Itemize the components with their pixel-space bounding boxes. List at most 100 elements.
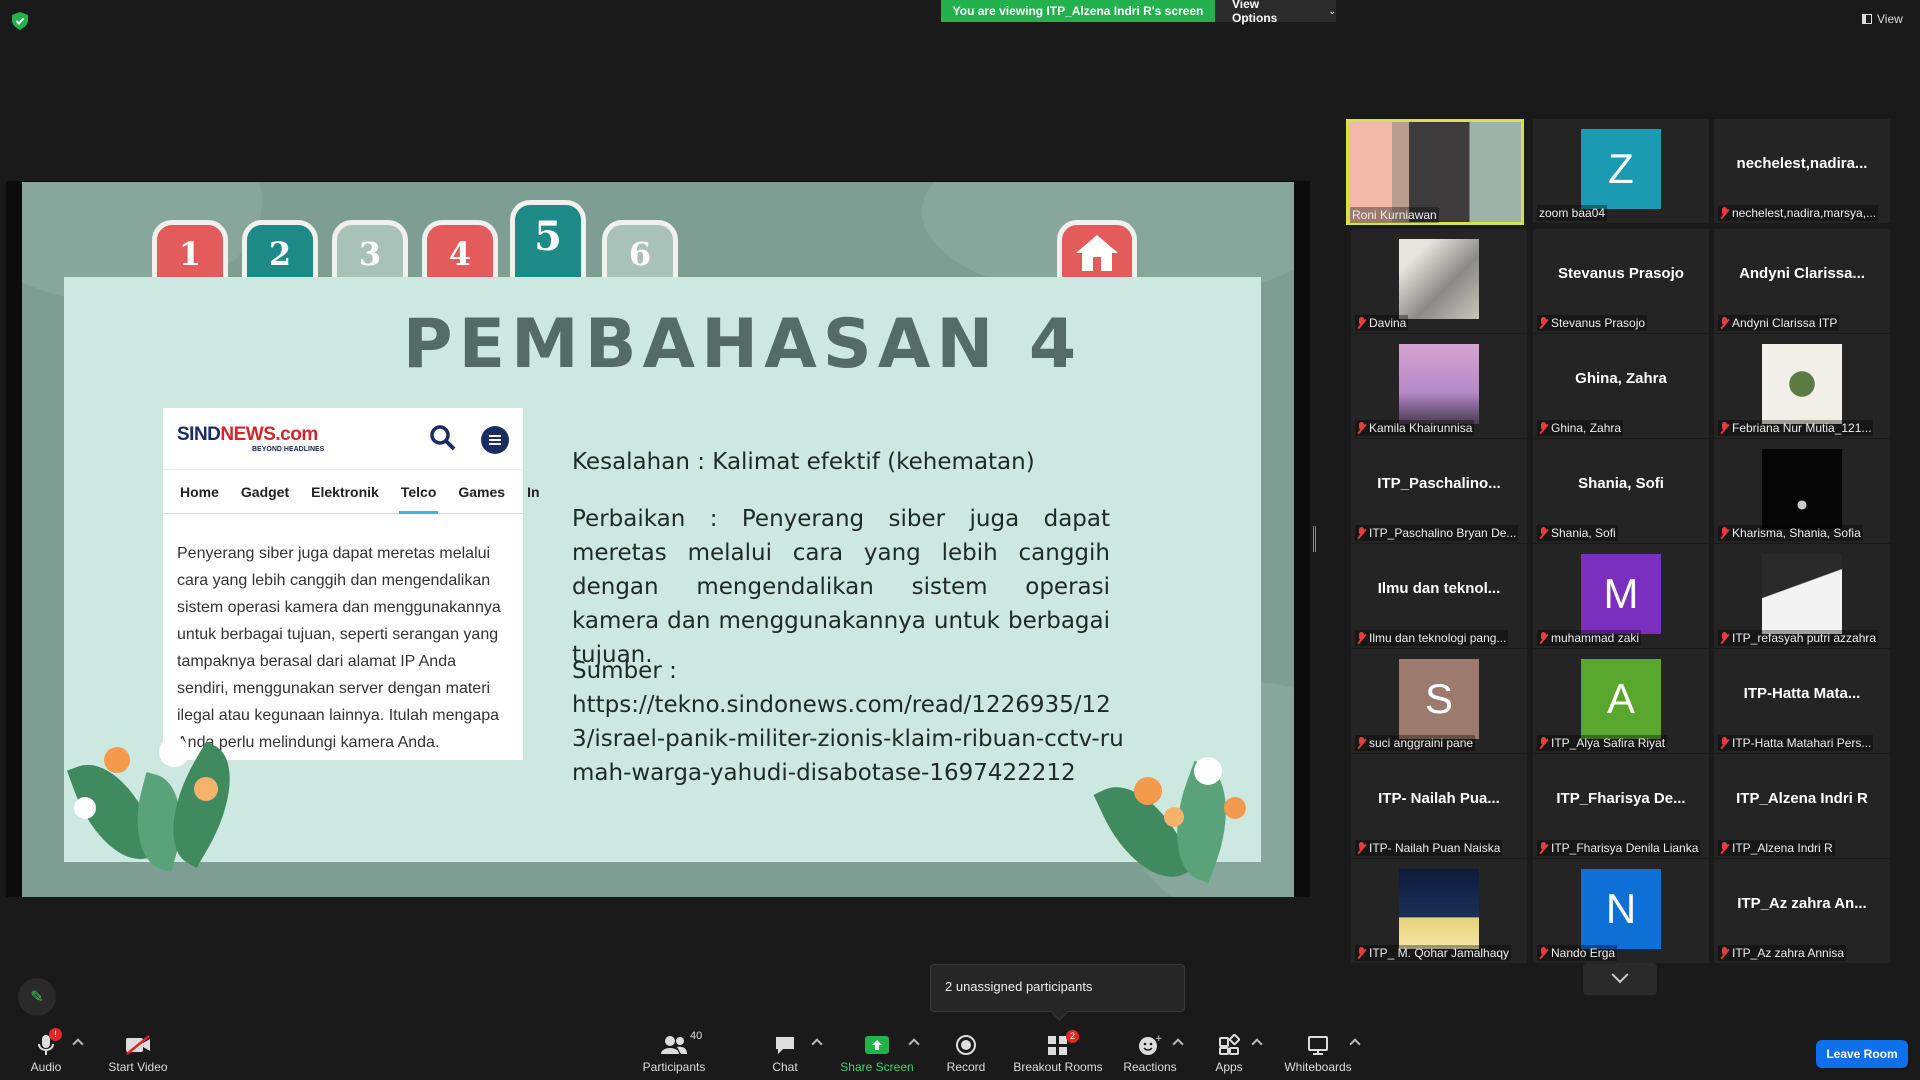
- participant-name: ITP_refasyah putri azzahra: [1732, 631, 1877, 645]
- slide-title: PEMBAHASAN 4: [402, 305, 1083, 384]
- muted-mic-icon: [1539, 527, 1548, 539]
- meeting-toolbar: ! Audio Start Video 40 Participants Chat…: [0, 1020, 1920, 1080]
- participant-name-display: ITP_Alzena Indri R: [1736, 790, 1868, 807]
- participant-tile[interactable]: ITP_Fharisya De... ITP_Fharisya Denila Li…: [1533, 754, 1709, 858]
- participant-avatar-letter: N: [1605, 885, 1637, 932]
- audio-button[interactable]: ! Audio: [25, 1028, 67, 1074]
- participant-tile[interactable]: ITP- Nailah Pua... ITP- Nailah Puan Naisk…: [1351, 754, 1527, 858]
- participant-tile[interactable]: Ilmu dan teknol... Ilmu dan teknologi pan…: [1351, 544, 1527, 648]
- participant-label: nechelest,nadira,marsya,...: [1718, 205, 1879, 221]
- participant-name-display: Ilmu dan teknol...: [1377, 580, 1501, 597]
- participant-tile[interactable]: ITP_ M. Qohar Jamalhaqy: [1351, 859, 1527, 963]
- reactions-smiley-icon: +: [1139, 1034, 1162, 1055]
- participant-tile[interactable]: ITP-Hatta Mata... ITP-Hatta Matahari Pers…: [1714, 649, 1890, 753]
- security-shield-icon[interactable]: [12, 12, 28, 30]
- participant-photo: [1762, 344, 1842, 424]
- chat-button[interactable]: Chat: [765, 1032, 805, 1074]
- apps-icon: [1219, 1034, 1240, 1055]
- reactions-button[interactable]: + Reactions: [1122, 1032, 1178, 1074]
- muted-mic-icon: [1720, 207, 1729, 219]
- participant-tile[interactable]: N Nando Erga: [1533, 859, 1709, 963]
- start-video-button[interactable]: Start Video: [102, 1032, 174, 1074]
- news-nav-telco: Telco: [398, 483, 438, 514]
- participant-tile[interactable]: Mmuhammad zaki: [1533, 544, 1709, 648]
- participant-tile[interactable]: Andyni Clarissa... Andyni Clarissa ITP: [1714, 229, 1890, 333]
- participants-icon: [661, 1036, 687, 1054]
- apps-button[interactable]: Apps: [1212, 1032, 1246, 1074]
- participant-label: ITP_Alya Safira Riyat: [1537, 735, 1668, 751]
- annotate-pen-icon[interactable]: ✎: [18, 978, 56, 1016]
- muted-mic-icon: [1357, 317, 1366, 329]
- participant-tile[interactable]: Kamila Khairunnisa: [1351, 334, 1527, 438]
- participant-tile[interactable]: Febriana Nur Mutia_121...: [1714, 334, 1890, 438]
- start-video-label: Start Video: [108, 1060, 168, 1074]
- share-screen-label: Share Screen: [840, 1060, 914, 1074]
- participant-tile[interactable]: ITP_Az zahra An... ITP_Az zahra Annisa: [1714, 859, 1890, 963]
- participant-tile[interactable]: Ghina, Zahra Ghina, Zahra: [1533, 334, 1709, 438]
- view-button[interactable]: View: [1862, 12, 1903, 26]
- participant-name: nechelest,nadira,marsya,...: [1732, 206, 1877, 220]
- muted-mic-icon: [1539, 947, 1548, 959]
- participant-name-display: Shania, Sofi: [1578, 475, 1664, 492]
- whiteboards-button[interactable]: Whiteboards: [1282, 1032, 1354, 1074]
- participant-tile[interactable]: Stevanus Prasojo Stevanus Prasojo: [1533, 229, 1709, 333]
- reactions-label: Reactions: [1123, 1060, 1177, 1074]
- participant-avatar: N: [1581, 869, 1661, 949]
- participant-label: ITP_ M. Qohar Jamalhaqy: [1355, 945, 1512, 961]
- participant-avatar: A: [1581, 659, 1661, 739]
- participant-tile[interactable]: Zzoom baa04: [1533, 119, 1709, 223]
- muted-mic-icon: [1720, 842, 1729, 854]
- audio-alert-badge: !: [49, 1028, 62, 1041]
- breakout-rooms-button[interactable]: 2 Breakout Rooms: [1013, 1030, 1103, 1074]
- participant-avatar-letter: M: [1603, 570, 1639, 617]
- muted-mic-icon: [1539, 842, 1548, 854]
- participant-label: ITP_Fharisya Denila Lianka: [1537, 840, 1701, 856]
- participant-tile[interactable]: ITP_Alzena Indri R ITP_Alzena Indri R: [1714, 754, 1890, 858]
- leave-room-button[interactable]: Leave Room: [1816, 1040, 1908, 1068]
- chat-options-caret-icon[interactable]: [811, 1038, 823, 1050]
- share-screen-button[interactable]: Share Screen: [840, 1032, 914, 1074]
- news-nav-more: In: [527, 483, 540, 500]
- participant-tile[interactable]: Kharisma, Shania, Sofia: [1714, 439, 1890, 543]
- participant-tile[interactable]: Davina: [1351, 229, 1527, 333]
- participant-tile[interactable]: A ITP_Alya Safira Riyat: [1533, 649, 1709, 753]
- news-nav-elektronik: Elektronik: [311, 483, 379, 500]
- muted-mic-icon: [1539, 317, 1548, 329]
- view-options-label: View Options: [1232, 0, 1278, 25]
- participant-name: ITP- Nailah Puan Naiska: [1369, 841, 1501, 855]
- hamburger-menu-icon: [481, 426, 509, 454]
- unassigned-participants-tooltip[interactable]: 2 unassigned participants: [930, 964, 1185, 1012]
- apps-options-caret-icon[interactable]: [1251, 1038, 1263, 1050]
- breakout-rooms-label: Breakout Rooms: [1013, 1060, 1103, 1074]
- participant-label: Roni Kurniawan: [1350, 207, 1439, 223]
- muted-mic-icon: [1357, 527, 1366, 539]
- participant-tile[interactable]: Roni Kurniawan: [1346, 119, 1524, 225]
- participant-tile[interactable]: Ssuci anggraini pane: [1351, 649, 1527, 753]
- whiteboard-icon: [1308, 1036, 1328, 1055]
- participant-label: Nando Erga: [1537, 945, 1618, 961]
- audio-options-caret-icon[interactable]: [72, 1038, 84, 1050]
- muted-mic-icon: [1720, 422, 1729, 434]
- record-icon: [956, 1035, 976, 1055]
- participant-tile[interactable]: ITP_refasyah putri azzahra: [1714, 544, 1890, 648]
- participant-label: Kamila Khairunnisa: [1355, 420, 1475, 436]
- participant-name: Stevanus Prasojo: [1551, 316, 1646, 330]
- participant-name: Ilmu dan teknologi pang...: [1369, 631, 1507, 645]
- participants-button[interactable]: 40 Participants: [640, 1030, 708, 1074]
- perbaikan-text: Perbaikan : Penyerang siber juga dapat m…: [572, 506, 1110, 668]
- sumber-label: Sumber :: [572, 658, 677, 684]
- chevron-down-icon: ⌄: [1328, 5, 1336, 16]
- search-icon: [430, 425, 456, 451]
- participant-name: ITP-Hatta Matahari Pers...: [1732, 736, 1872, 750]
- participant-tile[interactable]: Shania, Sofi Shania, Sofi: [1533, 439, 1709, 543]
- participant-name: Nando Erga: [1551, 946, 1616, 960]
- audio-label: Audio: [30, 1060, 62, 1074]
- view-options-button[interactable]: View Options ⌄: [1215, 0, 1336, 25]
- record-button[interactable]: Record: [945, 1032, 987, 1074]
- gallery-scroll-down-button[interactable]: [1583, 963, 1657, 995]
- participant-tile[interactable]: nechelest,nadira... nechelest,nadira,mars…: [1714, 119, 1890, 223]
- participant-tile[interactable]: ITP_Paschalino... ITP_Paschalino Bryan De…: [1351, 439, 1527, 543]
- muted-mic-icon: [1720, 632, 1729, 644]
- splitter-handle[interactable]: [1313, 526, 1316, 552]
- top-bar: You are viewing ITP_Alzena Indri R's scr…: [0, 0, 1920, 30]
